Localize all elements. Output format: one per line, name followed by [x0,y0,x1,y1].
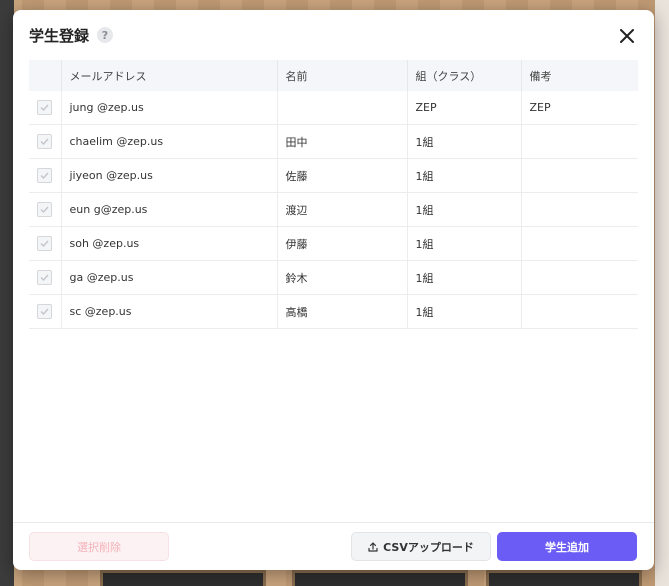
row-checkbox[interactable] [37,134,53,149]
cell-name: 鈴木 [277,260,408,295]
check-icon [40,104,49,112]
check-icon [40,172,49,180]
floor-furniture [292,570,468,586]
row-checkbox[interactable] [37,202,53,217]
cell-note [521,294,638,329]
help-icon[interactable]: ? [97,27,113,43]
table-row[interactable]: soh @zep.us 伊藤 1組 [29,226,638,261]
cell-note [521,260,638,295]
upload-icon [368,541,378,552]
row-checkbox[interactable] [37,304,53,319]
header-email: メールアドレス [61,60,278,91]
cell-class: ZEP [407,91,522,125]
csv-upload-label: CSVアップロード [383,540,474,554]
cell-note: ZEP [521,91,638,125]
cell-name: 佐藤 [277,158,408,193]
check-icon [40,138,49,146]
cell-email: jung @zep.us [61,91,278,125]
table-row[interactable]: jiyeon @zep.us 佐藤 1組 [29,158,638,193]
cell-note [521,158,638,193]
csv-upload-button[interactable]: CSVアップロード [351,532,491,561]
cell-class: 1組 [407,192,522,227]
header-checkbox-cell [29,60,62,91]
cell-note [521,192,638,227]
check-icon [40,274,49,282]
cell-email: chaelim @zep.us [61,124,278,159]
cell-class: 1組 [407,124,522,159]
dialog-footer: 選択削除 CSVアップロード 学生追加 [13,522,654,570]
floor-furniture [486,570,642,586]
header-class: 組（クラス） [407,60,522,91]
dialog-header: 学生登録 ? [13,10,654,60]
row-checkbox-cell [29,158,62,193]
table-row[interactable]: chaelim @zep.us 田中 1組 [29,124,638,159]
row-checkbox-cell [29,192,62,227]
row-checkbox-cell [29,124,62,159]
table-row[interactable]: eun g@zep.us 渡辺 1組 [29,192,638,227]
cell-class: 1組 [407,226,522,261]
table-header-row: メールアドレス 名前 組（クラス） 備考 [29,60,638,91]
close-button[interactable] [615,24,639,48]
row-checkbox[interactable] [37,100,53,115]
left-wall [0,0,14,586]
cell-email: soh @zep.us [61,226,278,261]
check-icon [40,308,49,316]
table-row[interactable]: sc @zep.us 高橋 1組 [29,294,638,329]
cell-name: 高橋 [277,294,408,329]
student-registration-dialog: 学生登録 ? メールアドレス 名前 組（クラス） 備考 jung @zep.us… [13,10,654,570]
student-table: メールアドレス 名前 組（クラス） 備考 jung @zep.us ZEP ZEP c… [29,60,638,329]
cell-name [277,91,408,125]
cell-name: 伊藤 [277,226,408,261]
row-checkbox-cell [29,91,62,125]
dialog-title: 学生登録 [29,27,90,45]
cell-note [521,124,638,159]
row-checkbox[interactable] [37,270,53,285]
delete-selected-button[interactable]: 選択削除 [29,532,169,561]
cell-class: 1組 [407,294,522,329]
row-checkbox-cell [29,226,62,261]
cell-name: 渡辺 [277,192,408,227]
row-checkbox[interactable] [37,168,53,183]
cell-note [521,226,638,261]
cell-class: 1組 [407,260,522,295]
row-checkbox-cell [29,294,62,329]
table-row[interactable]: ga @zep.us 鈴木 1組 [29,260,638,295]
cell-class: 1組 [407,158,522,193]
cell-email: sc @zep.us [61,294,278,329]
cell-email: ga @zep.us [61,260,278,295]
row-checkbox[interactable] [37,236,53,251]
right-wall [655,0,669,586]
cell-email: eun g@zep.us [61,192,278,227]
table-row[interactable]: jung @zep.us ZEP ZEP [29,91,638,125]
cell-email: jiyeon @zep.us [61,158,278,193]
header-name: 名前 [277,60,408,91]
cell-name: 田中 [277,124,408,159]
row-checkbox-cell [29,260,62,295]
header-note: 備考 [521,60,638,91]
add-student-button[interactable]: 学生追加 [497,532,637,561]
check-icon [40,240,49,248]
close-icon [620,29,634,43]
floor-furniture [100,570,266,586]
check-icon [40,206,49,214]
